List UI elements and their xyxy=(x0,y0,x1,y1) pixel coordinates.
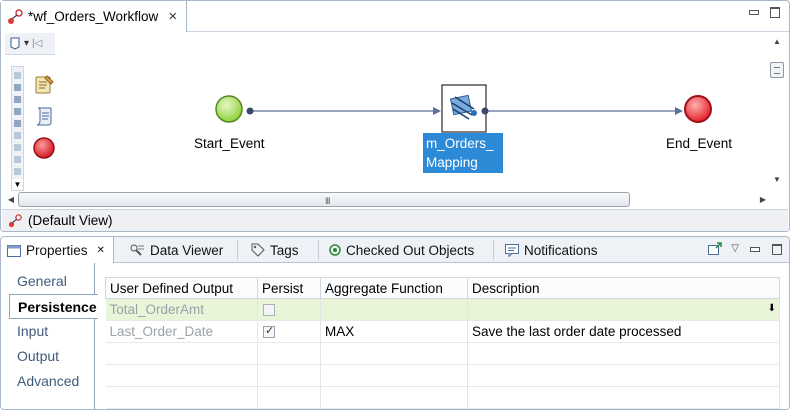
palette-scrollbar[interactable]: ▼ xyxy=(11,66,24,191)
close-icon[interactable]: ✕ xyxy=(97,245,105,256)
minimize-icon[interactable] xyxy=(747,6,760,18)
output-cell[interactable]: Total_OrderAmt xyxy=(105,298,258,321)
tab-tags-label: Tags xyxy=(270,242,299,258)
mapping-label-line2: Mapping xyxy=(426,155,478,170)
panel-window-controls: ▽ xyxy=(708,242,783,255)
workflow-icon xyxy=(8,8,23,24)
tab-properties[interactable]: Properties ✕ xyxy=(1,237,114,264)
tab-notifications-label: Notifications xyxy=(524,242,598,258)
mapping-task-label[interactable]: m_Orders_ Mapping xyxy=(423,133,503,173)
palette-dropdown-icon[interactable]: ▾ xyxy=(24,38,29,49)
nav-general[interactable]: General xyxy=(9,269,95,294)
editor-tab[interactable]: *wf_Orders_Workflow ✕ xyxy=(1,1,187,32)
column-header[interactable]: Description xyxy=(467,277,780,299)
scroll-down-icon[interactable]: ▼ xyxy=(769,173,785,187)
start-event-label: Start_Event xyxy=(194,136,265,151)
palette: ▾ |◁ ▼ xyxy=(5,33,55,191)
minimize-icon[interactable] xyxy=(748,243,761,255)
persistence-table: User Defined Output Persist Aggregate Fu… xyxy=(105,277,780,409)
nav-advanced[interactable]: Advanced xyxy=(9,369,95,394)
tab-data-viewer[interactable]: Data Viewer xyxy=(129,237,223,263)
table-row xyxy=(105,364,780,387)
properties-tabbar: Properties ✕ Data Viewer Tags Checked Ou… xyxy=(1,237,789,264)
maximize-icon[interactable] xyxy=(770,243,783,255)
data-viewer-icon xyxy=(130,244,144,256)
aggregate-cell[interactable] xyxy=(320,298,468,321)
notification-icon xyxy=(505,243,519,257)
editor-window-controls xyxy=(747,6,781,18)
tab-checked-out-label: Checked Out Objects xyxy=(346,242,475,258)
editor-tab-title: *wf_Orders_Workflow xyxy=(28,9,159,24)
description-cell[interactable]: Save the last order date processed xyxy=(467,320,780,343)
new-view-icon[interactable] xyxy=(708,242,723,255)
table-row xyxy=(105,342,780,365)
persist-checkbox[interactable] xyxy=(263,324,275,339)
persist-cell[interactable] xyxy=(257,298,321,321)
table-row[interactable]: Total_OrderAmt ⬇ xyxy=(105,298,780,321)
scroll-up-icon[interactable]: ▲ xyxy=(769,35,785,49)
properties-nav: General Persistence Input Output Advance… xyxy=(9,269,98,394)
view-bar: (Default View) xyxy=(2,209,788,231)
scroll-left-icon[interactable]: ◀ xyxy=(5,193,17,206)
close-icon[interactable]: ✕ xyxy=(168,10,177,23)
end-event-label: End_Event xyxy=(666,136,733,151)
properties-panel: Properties ✕ Data Viewer Tags Checked Ou… xyxy=(0,236,790,410)
view-label[interactable]: (Default View) xyxy=(28,213,113,228)
scroll-thumb[interactable] xyxy=(770,62,784,78)
tab-tags[interactable]: Tags xyxy=(251,237,299,263)
aggregate-cell[interactable]: MAX xyxy=(320,320,468,343)
palette-icon[interactable] xyxy=(9,37,21,50)
nav-persistence[interactable]: Persistence xyxy=(9,294,98,319)
palette-collapse-icon[interactable]: |◁ xyxy=(32,38,42,49)
checked-out-icon xyxy=(329,244,341,256)
tab-data-viewer-label: Data Viewer xyxy=(150,242,224,258)
maximize-icon[interactable] xyxy=(768,6,781,18)
output-cell[interactable]: Last_Order_Date xyxy=(105,320,258,343)
table-row[interactable]: Last_Order_Date MAX Save the last order … xyxy=(105,320,780,343)
script-icon[interactable] xyxy=(33,105,55,127)
end-event-tool-icon[interactable] xyxy=(32,136,56,160)
nav-input[interactable]: Input xyxy=(9,319,95,344)
workflow-canvas[interactable]: Start_Event m_Orders_ Mapping End_Event xyxy=(57,33,767,189)
scroll-thumb-horizontal[interactable]: III xyxy=(18,192,630,207)
canvas-vertical-scrollbar[interactable]: ▲ ▼ xyxy=(769,35,785,187)
canvas-horizontal-scrollbar[interactable]: ◀ III ▶ xyxy=(5,191,769,208)
tab-properties-label: Properties xyxy=(26,243,88,258)
palette-toolbar: ▾ |◁ xyxy=(5,33,55,55)
mapping-label-line1: m_Orders_ xyxy=(426,136,494,151)
tab-checked-out-objects[interactable]: Checked Out Objects xyxy=(329,237,474,263)
start-event-node[interactable] xyxy=(215,95,243,123)
persist-checkbox[interactable] xyxy=(263,304,275,317)
tab-divider xyxy=(187,31,789,32)
scroll-right-icon[interactable]: ▶ xyxy=(757,193,769,206)
table-row xyxy=(105,386,780,409)
column-header[interactable]: User Defined Output xyxy=(105,277,258,299)
workflow-editor: *wf_Orders_Workflow ✕ ▾ |◁ ▼ Start_Event… xyxy=(0,0,790,232)
tag-icon xyxy=(251,243,265,257)
column-header[interactable]: Persist xyxy=(257,277,321,299)
workflow-icon xyxy=(8,213,22,227)
tab-notifications[interactable]: Notifications xyxy=(505,237,598,263)
persist-cell[interactable] xyxy=(257,320,321,343)
nav-output[interactable]: Output xyxy=(9,344,95,369)
notes-icon[interactable] xyxy=(33,73,55,95)
row-menu-icon[interactable]: ⬇ xyxy=(768,303,776,314)
column-header[interactable]: Aggregate Function xyxy=(320,277,468,299)
end-event-node[interactable] xyxy=(684,95,712,123)
view-menu-icon[interactable]: ▽ xyxy=(731,243,739,254)
persistence-content: User Defined Output Persist Aggregate Fu… xyxy=(94,263,789,409)
table-header-row: User Defined Output Persist Aggregate Fu… xyxy=(105,277,780,299)
properties-icon xyxy=(7,244,21,257)
description-cell[interactable]: ⬇ xyxy=(467,298,780,321)
